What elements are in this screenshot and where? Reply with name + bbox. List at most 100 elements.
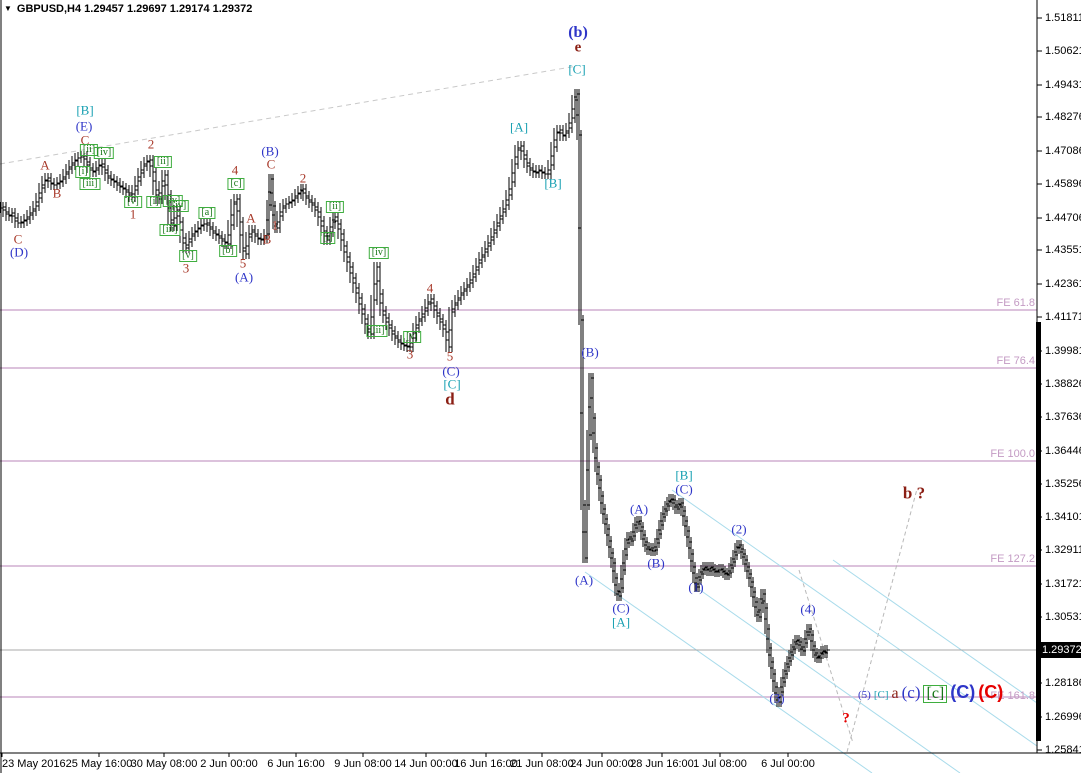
wave-count-annotation[interactable]: (5) [C] a (c) [c] (C) (C) (858, 683, 1006, 703)
price-axis-label: 1.51811 (1045, 12, 1081, 24)
chart-legend: ▼ GBPUSD,H4 1.29457 1.29697 1.29174 1.29… (4, 3, 252, 15)
time-axis-label: 23 May 2016 (2, 758, 66, 770)
wave-label[interactable]: [iii] (159, 224, 181, 236)
wave-label[interactable]: [iv] (93, 147, 115, 159)
wave-label[interactable]: 1 (272, 219, 279, 232)
wave-count-annotation-segment: a (891, 685, 899, 702)
price-axis-label: 1.48276 (1045, 111, 1081, 123)
wave-label[interactable]: [B] (544, 177, 561, 190)
price-axis-label: 1.39981 (1045, 345, 1081, 357)
price-axis-label: 1.42361 (1045, 278, 1081, 290)
wave-label[interactable]: [C] (568, 63, 585, 76)
wave-label[interactable]: A (40, 159, 49, 172)
wave-label[interactable]: b ? (903, 485, 925, 502)
wave-label[interactable]: [a] (198, 207, 216, 219)
wave-label[interactable]: (B) (581, 346, 598, 359)
fib-line-label: FE 127.2 (990, 553, 1035, 565)
wave-label[interactable]: (E) (76, 120, 93, 133)
wave-label[interactable]: B (263, 233, 272, 246)
price-axis-label: 1.25841 (1045, 744, 1081, 756)
price-axis-label: 1.49431 (1045, 79, 1081, 91)
chart-title-ohlc: GBPUSD,H4 1.29457 1.29697 1.29174 1.2937… (16, 3, 253, 15)
wave-label[interactable]: 5 (240, 257, 247, 270)
wave-label[interactable]: [c] (227, 178, 245, 190)
wave-label[interactable]: (C) (612, 602, 629, 615)
price-axis-label: 1.30531 (1045, 611, 1081, 623)
time-axis-label: 24 Jun 00:00 (570, 758, 634, 770)
wave-label[interactable]: [B] (675, 469, 692, 482)
wave-label[interactable]: (4) (800, 603, 815, 616)
time-axis-label: 6 Jun 16:00 (267, 758, 325, 770)
ohlc-price-bars (0, 89, 830, 707)
wave-label[interactable]: (C) (675, 483, 692, 496)
wave-label[interactable]: [iii] (79, 178, 101, 190)
time-axis-label: 2 Jun 00:00 (200, 758, 258, 770)
wave-label[interactable]: [A] (510, 121, 528, 134)
wave-label[interactable]: 2 (300, 172, 307, 185)
wave-label[interactable]: 4 (427, 282, 434, 295)
wave-count-annotation-segment: (5) (858, 689, 871, 701)
wave-label[interactable]: d (445, 391, 454, 408)
wave-label[interactable]: 4 (232, 164, 239, 177)
wave-label[interactable]: (A) (235, 271, 253, 284)
wave-label[interactable]: 2 (148, 138, 155, 151)
wave-label[interactable]: [i] (75, 166, 91, 178)
wave-label[interactable]: [v] (403, 331, 421, 343)
time-axis-label: 9 Jun 08:00 (334, 758, 392, 770)
price-axis-label: 1.32911 (1045, 544, 1081, 556)
wave-count-annotation-segment: [c] (923, 685, 948, 703)
time-axis-label: 25 May 16:00 (65, 758, 133, 770)
wave-label[interactable]: [A] (612, 616, 630, 629)
fib-line-label: FE 61.8 (996, 297, 1035, 309)
wave-label[interactable]: (A) (630, 503, 648, 516)
wave-label[interactable]: [b] (219, 245, 237, 257)
wave-label[interactable]: [ii] (325, 201, 345, 213)
channel-line-cyan-4[interactable] (832, 559, 1038, 704)
wave-label[interactable]: [iii] (366, 325, 388, 337)
price-axis-label: 1.44706 (1045, 212, 1081, 224)
wave-label[interactable]: ? (842, 711, 850, 727)
wave-label[interactable]: 3 (183, 262, 190, 275)
price-axis-label: 1.28186 (1045, 677, 1081, 689)
wave-label[interactable]: [iv] (368, 247, 390, 259)
wave-label[interactable]: 1 (130, 208, 137, 221)
price-chart-plot-area[interactable] (0, 0, 1081, 773)
wave-label[interactable]: C (267, 158, 276, 171)
price-axis-label: 1.31721 (1045, 578, 1081, 590)
time-axis-label: 16 Jun 16:00 (454, 758, 518, 770)
wave-label[interactable]: [iv] (168, 200, 190, 212)
wave-label[interactable]: (2) (731, 523, 746, 536)
wave-label[interactable]: (3) (769, 692, 784, 705)
wave-label[interactable]: (D) (10, 246, 28, 259)
wave-label[interactable]: 3 (407, 348, 414, 361)
wave-count-annotation-segment: (C) (978, 682, 1004, 702)
time-axis-label: 6 Jul 00:00 (761, 758, 815, 770)
price-axis-label: 1.26996 (1045, 711, 1081, 723)
wave-label[interactable]: [B] (76, 104, 93, 117)
price-axis-label: 1.50621 (1045, 45, 1081, 57)
wave-count-annotation-segment: [C] (873, 689, 889, 701)
price-axis-label: 1.43551 (1045, 244, 1081, 256)
time-axis-label: 30 May 08:00 (130, 758, 198, 770)
fib-line-label: FE 76.4 (996, 355, 1035, 367)
price-axis-label: 1.35256 (1045, 478, 1081, 490)
channel-line-cyan-3[interactable] (699, 589, 961, 773)
wave-label[interactable]: [i] (146, 196, 162, 208)
wave-label[interactable]: 5 (447, 350, 454, 363)
wave-label[interactable]: e (575, 40, 582, 56)
channel-line-cyan-2[interactable] (671, 489, 1038, 747)
time-axis-label: 14 Jun 00:00 (394, 758, 458, 770)
wave-label[interactable]: [i] (320, 232, 336, 244)
wave-label[interactable]: B (53, 187, 62, 200)
fib-line-label: FE 100.0 (990, 448, 1035, 460)
wave-label[interactable]: (1) (688, 581, 703, 594)
price-axis-label: 1.34101 (1045, 511, 1081, 523)
symbol-dropdown-icon[interactable]: ▼ (4, 5, 12, 13)
wave-label[interactable]: (A) (575, 574, 593, 587)
time-axis-label: 28 Jun 16:00 (630, 758, 694, 770)
time-axis-label: 1 Jul 08:00 (693, 758, 747, 770)
wave-label[interactable]: (B) (647, 557, 664, 570)
wave-label[interactable]: [ii] (153, 156, 173, 168)
price-axis-label: 1.47086 (1045, 145, 1081, 157)
wave-label[interactable]: A (246, 212, 255, 225)
